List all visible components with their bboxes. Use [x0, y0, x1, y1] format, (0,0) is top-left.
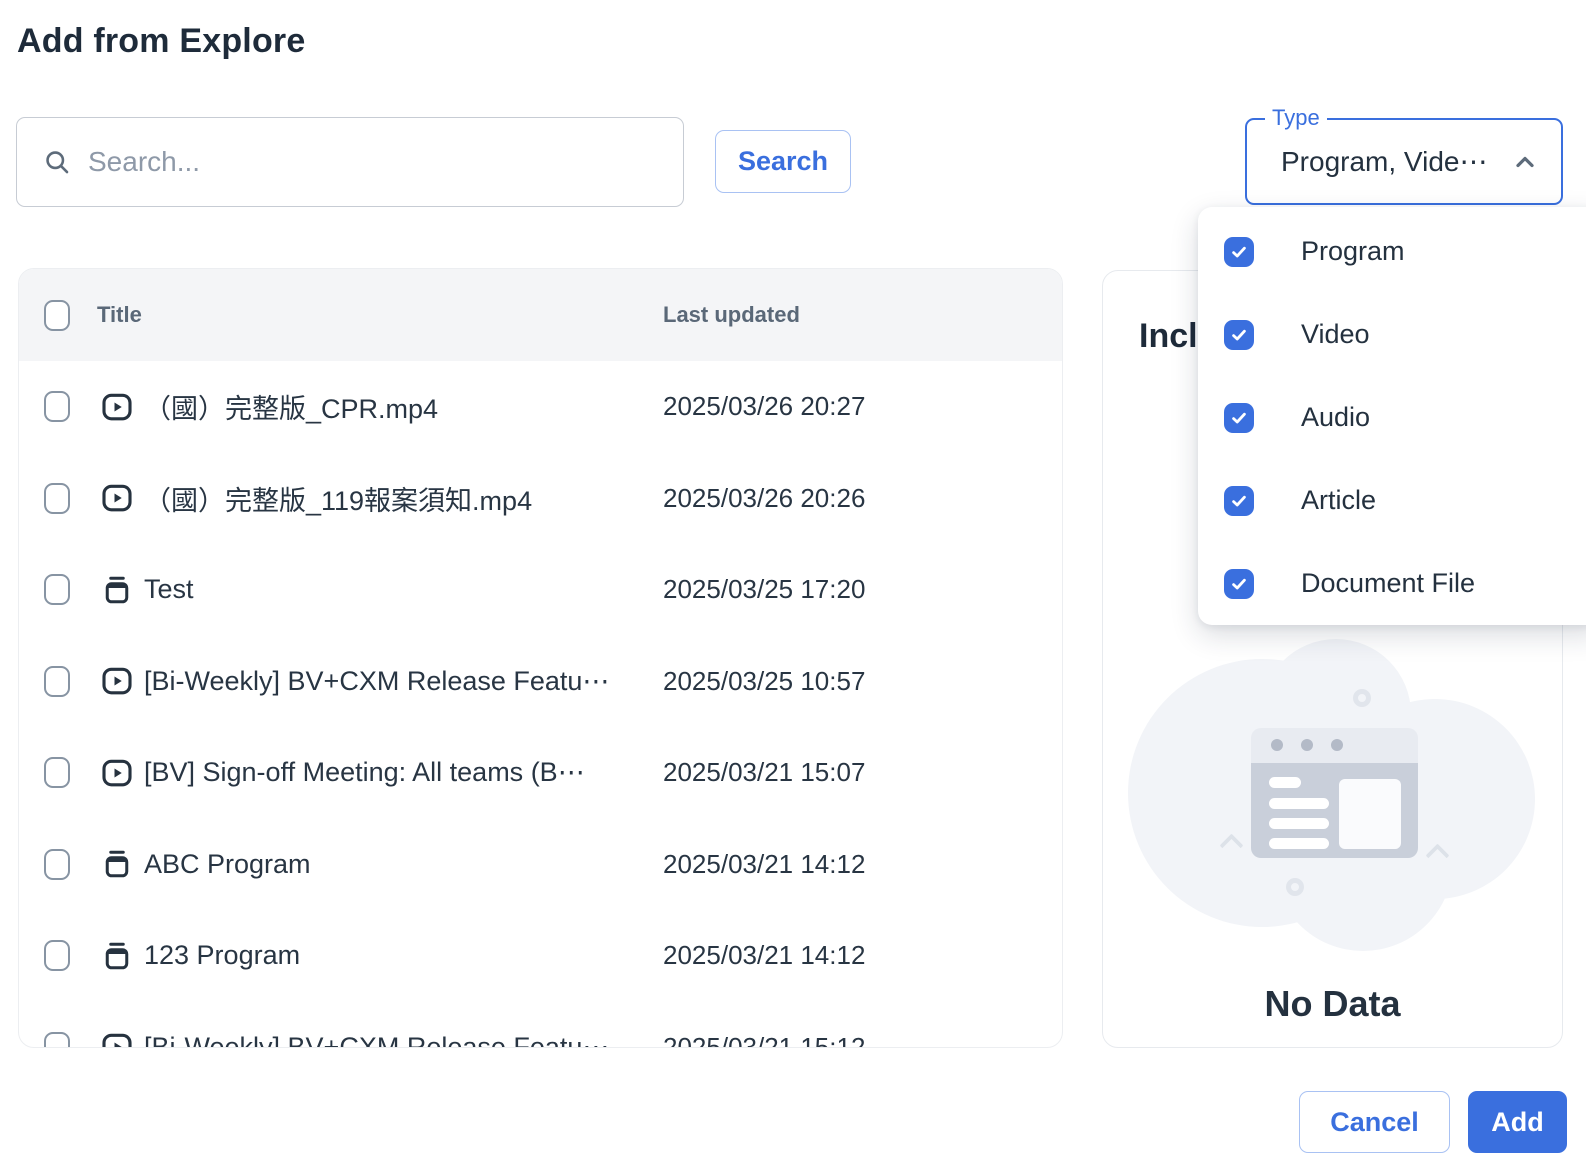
row-title: [BV] Sign-off Meeting: All teams (B⋯ [144, 757, 585, 788]
checked-checkbox[interactable] [1224, 237, 1254, 267]
type-option[interactable]: Audio [1198, 376, 1586, 459]
check-icon [1230, 575, 1248, 593]
table-row[interactable]: ABC Program 2025/03/21 14:12 [19, 819, 1062, 911]
checked-checkbox[interactable] [1224, 486, 1254, 516]
type-option[interactable]: Video [1198, 293, 1586, 376]
column-header-title: Title [97, 302, 142, 328]
row-updated: 2025/03/21 15:07 [663, 757, 865, 788]
check-icon [1230, 409, 1248, 427]
row-checkbox[interactable] [44, 1032, 70, 1048]
empty-state-text: No Data [1103, 983, 1562, 1025]
type-option[interactable]: Program [1198, 210, 1586, 293]
row-updated: 2025/03/21 14:12 [663, 940, 865, 971]
row-checkbox[interactable] [44, 574, 70, 605]
search-icon [43, 148, 71, 176]
row-updated: 2025/03/26 20:26 [663, 483, 865, 514]
row-updated: 2025/03/25 17:20 [663, 574, 865, 605]
checked-checkbox[interactable] [1224, 403, 1254, 433]
type-filter-select[interactable]: Type Program, Vide⋯ [1245, 118, 1563, 205]
program-icon [102, 849, 132, 879]
check-icon [1230, 326, 1248, 344]
video-icon [102, 1032, 132, 1048]
type-option-label: Article [1301, 485, 1376, 516]
add-from-explore-dialog: Add from Explore Search Type Program, Vi… [0, 0, 1586, 1174]
add-button[interactable]: Add [1468, 1091, 1567, 1153]
browser-window-body [1251, 763, 1418, 858]
table-row[interactable]: （國）完整版_119報案須知.mp4 2025/03/26 20:26 [19, 453, 1062, 545]
cancel-button[interactable]: Cancel [1299, 1091, 1450, 1153]
check-icon [1230, 243, 1248, 261]
program-icon [102, 575, 132, 605]
type-option-label: Video [1301, 319, 1370, 350]
panel-heading: Incl [1139, 317, 1198, 356]
type-option[interactable]: Article [1198, 459, 1586, 542]
row-checkbox[interactable] [44, 757, 70, 788]
row-updated: 2025/03/26 20:27 [663, 391, 865, 422]
row-title: 123 Program [144, 940, 300, 971]
row-checkbox[interactable] [44, 483, 70, 514]
row-updated: 2025/03/21 14:12 [663, 849, 865, 880]
chevron-up-icon [1511, 148, 1539, 176]
table-row[interactable]: [Bi-Weekly] BV+CXM Release Featu⋯ 2025/0… [19, 636, 1062, 728]
row-title: ABC Program [144, 849, 311, 880]
column-header-last-updated: Last updated [663, 302, 800, 328]
decorative-circle [1353, 689, 1371, 707]
checked-checkbox[interactable] [1224, 320, 1254, 350]
video-icon [102, 392, 132, 422]
row-title: [Bi-Weekly] BV+CXM Release Featu⋯ [144, 666, 609, 697]
video-icon [102, 666, 132, 696]
check-icon [1230, 492, 1248, 510]
page-title: Add from Explore [17, 22, 305, 61]
type-filter-label: Type [1265, 105, 1327, 131]
decorative-circle [1286, 878, 1304, 896]
row-checkbox[interactable] [44, 666, 70, 697]
search-button[interactable]: Search [715, 130, 851, 193]
search-box [16, 117, 684, 207]
row-title: （國）完整版_CPR.mp4 [144, 387, 438, 426]
program-icon [102, 941, 132, 971]
table-body: （國）完整版_CPR.mp4 2025/03/26 20:27 （國）完整版_1… [19, 361, 1062, 1048]
row-updated: 2025/03/21 15:12 [663, 1032, 865, 1048]
row-checkbox[interactable] [44, 940, 70, 971]
table-header: Title Last updated [19, 269, 1062, 361]
checked-checkbox[interactable] [1224, 569, 1254, 599]
table-row[interactable]: Test 2025/03/25 17:20 [19, 544, 1062, 636]
table-row[interactable]: （國）完整版_CPR.mp4 2025/03/26 20:27 [19, 361, 1062, 453]
row-title: （國）完整版_119報案須知.mp4 [144, 479, 532, 518]
type-option-label: Program [1301, 236, 1405, 267]
video-icon [102, 758, 132, 788]
no-data-illustration [1251, 728, 1418, 858]
type-option-label: Document File [1301, 568, 1475, 599]
browser-window-header [1251, 728, 1418, 763]
table-row[interactable]: [Bi-Weekly] BV+CXM Release Featu⋯ 2025/0… [19, 1002, 1062, 1049]
select-all-checkbox[interactable] [44, 300, 70, 331]
row-checkbox[interactable] [44, 849, 70, 880]
type-filter-value: Program, Vide⋯ [1281, 145, 1511, 178]
type-option[interactable]: Document File [1198, 542, 1586, 625]
table-row[interactable]: 123 Program 2025/03/21 14:12 [19, 910, 1062, 1002]
video-icon [102, 483, 132, 513]
row-title: [Bi-Weekly] BV+CXM Release Featu⋯ [144, 1032, 609, 1048]
type-option-label: Audio [1301, 402, 1370, 433]
row-checkbox[interactable] [44, 391, 70, 422]
table-row[interactable]: [BV] Sign-off Meeting: All teams (B⋯ 202… [19, 727, 1062, 819]
row-updated: 2025/03/25 10:57 [663, 666, 865, 697]
type-filter-dropdown: Program Video Audio Article [1198, 207, 1586, 625]
explore-items-table: Title Last updated （國）完整版_CPR.mp4 2025/0… [18, 268, 1063, 1048]
row-title: Test [144, 574, 194, 605]
search-input[interactable] [86, 145, 671, 179]
